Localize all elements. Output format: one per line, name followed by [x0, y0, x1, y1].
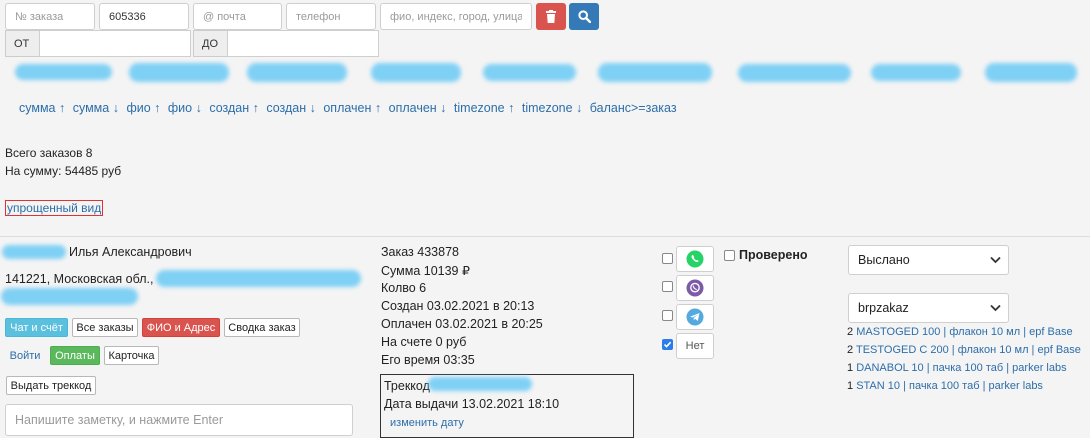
verified-checkbox[interactable]	[724, 250, 735, 261]
sort-paid-asc[interactable]: оплачен ↑	[323, 101, 381, 115]
address-search-input[interactable]	[380, 3, 532, 30]
redacted-address	[156, 270, 361, 287]
date-to-label: ДО	[193, 30, 228, 57]
viber-icon	[686, 279, 704, 297]
sort-sum-asc[interactable]: сумма ↑	[19, 101, 65, 115]
track-label: Треккод	[384, 379, 430, 393]
simple-view-link[interactable]: упрощенный вид	[5, 200, 104, 216]
redacted-filter	[371, 63, 461, 82]
order-balance: На счете 0 руб	[381, 335, 467, 349]
status-select[interactable]: Выслано	[848, 245, 1009, 275]
date-from-label: ОТ	[5, 30, 40, 57]
order-number: Заказ 433878	[381, 245, 459, 259]
product-line: 1 STAN 10 | пачка 100 таб | parker labs	[847, 380, 1043, 392]
status-value: Выслано	[858, 253, 910, 267]
note-input[interactable]	[5, 404, 353, 436]
whatsapp-checkbox[interactable]	[662, 253, 673, 264]
card-button[interactable]: Карточка	[104, 346, 159, 365]
verified-label: Проверено	[739, 248, 808, 262]
telegram-icon	[686, 308, 704, 326]
redacted-filter	[15, 64, 112, 80]
viber-checkbox[interactable]	[662, 281, 673, 292]
sort-balance[interactable]: баланс>=заказ	[590, 101, 677, 115]
total-orders: Всего заказов 8	[5, 146, 93, 160]
whatsapp-button[interactable]	[676, 246, 714, 272]
redacted-filter	[871, 64, 961, 81]
customer-address: 141221, Московская обл.,	[5, 272, 154, 286]
product-line: 2 MASTOGED 100 | флакон 10 мл | epf Base	[847, 326, 1073, 338]
sort-created-asc[interactable]: создан ↑	[209, 101, 259, 115]
track-issue-date: Дата выдачи 13.02.2021 18:10	[384, 397, 560, 411]
search-icon	[577, 10, 591, 23]
date-to-input[interactable]	[227, 30, 379, 57]
redacted-filter	[483, 64, 576, 81]
order-created: Создан 03.02.2021 в 20:13	[381, 299, 535, 313]
shop-select[interactable]: brpzakaz	[848, 293, 1009, 323]
clear-button[interactable]	[536, 3, 566, 30]
redacted-filter	[129, 63, 229, 82]
sort-created-desc[interactable]: создан ↓	[266, 101, 316, 115]
redacted-filter	[247, 63, 347, 82]
chevron-down-icon	[990, 304, 1001, 312]
whatsapp-icon	[686, 250, 704, 268]
divider	[0, 236, 1090, 237]
sort-fio-desc[interactable]: фио ↓	[168, 101, 202, 115]
chevron-down-icon	[990, 256, 1001, 264]
telegram-checkbox[interactable]	[662, 310, 673, 321]
sort-links: сумма ↑ сумма ↓ фио ↑ фио ↓ создан ↑ соз…	[19, 101, 681, 115]
phone-input[interactable]	[286, 3, 376, 30]
customer-time: Его время 03:35	[381, 353, 475, 367]
redacted-surname	[2, 245, 66, 259]
date-from-input[interactable]	[39, 30, 191, 57]
search-button[interactable]	[569, 3, 599, 30]
sort-timezone-desc[interactable]: timezone ↓	[522, 101, 582, 115]
sort-paid-desc[interactable]: оплачен ↓	[389, 101, 447, 115]
redacted-address	[1, 288, 138, 305]
payments-button[interactable]: Оплаты	[50, 346, 100, 365]
sort-fio-asc[interactable]: фио ↑	[126, 101, 160, 115]
trash-icon	[546, 10, 556, 23]
customer-name: Илья Александрович	[69, 245, 192, 259]
issue-track-button[interactable]: Выдать треккод	[6, 376, 96, 395]
product-line: 2 TESTOGED C 200 | флакон 10 мл | epf Ba…	[847, 344, 1081, 356]
order-quantity: Колво 6	[381, 281, 427, 295]
no-messenger-button[interactable]: Нет	[676, 333, 714, 359]
summary-order-button[interactable]: Сводка заказ	[224, 318, 300, 337]
shop-value: brpzakaz	[858, 301, 909, 315]
none-checkbox[interactable]	[662, 339, 673, 350]
redacted-filter	[738, 64, 851, 82]
track-box: Треккод Дата выдачи 13.02.2021 18:10 изм…	[380, 374, 634, 438]
order-sum: Сумма 10139 ₽	[381, 264, 470, 278]
sort-timezone-asc[interactable]: timezone ↑	[454, 101, 514, 115]
order-id-input[interactable]	[99, 3, 189, 30]
email-input[interactable]	[193, 3, 282, 30]
viber-button[interactable]	[676, 275, 714, 301]
order-paid: Оплачен 03.02.2021 в 20:25	[381, 317, 543, 331]
all-orders-button[interactable]: Все заказы	[72, 318, 138, 337]
change-date-link[interactable]: изменить дату	[390, 417, 464, 429]
chat-invoice-button[interactable]: Чат и счёт	[5, 318, 68, 337]
fio-address-button[interactable]: ФИО и Адрес	[142, 318, 220, 337]
redacted-track-code	[428, 377, 532, 391]
product-line: 1 DANABOL 10 | пачка 100 таб | parker la…	[847, 362, 1067, 374]
order-number-input[interactable]	[5, 3, 95, 30]
sort-sum-desc[interactable]: сумма ↓	[73, 101, 119, 115]
redacted-filter	[598, 63, 712, 82]
redacted-filter	[985, 63, 1077, 82]
check-icon	[663, 341, 672, 348]
login-button[interactable]: Войти	[6, 346, 44, 365]
total-sum: На сумму: 54485 руб	[5, 164, 122, 178]
telegram-button[interactable]	[676, 304, 714, 330]
